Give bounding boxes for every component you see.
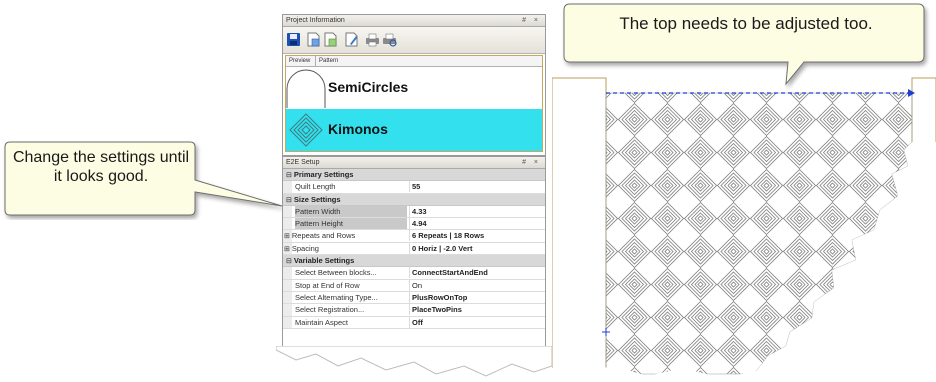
pin-close-icons[interactable]: # × (522, 157, 541, 168)
callout-left-text: Change the settings until it looks good. (12, 149, 190, 185)
pattern-list-header: Preview Pattern (286, 56, 542, 67)
semicircle-preview-icon (286, 69, 326, 108)
collapse-icon[interactable]: ⊟ (286, 197, 292, 204)
open-pattern-icon[interactable] (323, 32, 338, 47)
e2e-setup-panel: E2E Setup # × ⊟ Primary Settings Quilt Le… (282, 156, 546, 352)
column-pattern[interactable]: Pattern (315, 56, 338, 66)
prop-select-between-blocks[interactable]: Select Between blocks... ConnectStartAndE… (283, 267, 545, 280)
category-size-settings[interactable]: ⊟ Size Settings (283, 193, 545, 206)
save-icon[interactable] (286, 32, 301, 47)
e2e-panel-titlebar: E2E Setup # × (283, 157, 545, 169)
category-variable-settings[interactable]: ⊟ Variable Settings (283, 255, 545, 268)
prop-maintain-aspect[interactable]: Maintain Aspect Off (283, 316, 545, 329)
pattern-list-item-kimonos[interactable]: Kimonos (286, 109, 542, 151)
prop-select-registration[interactable]: Select Registration... PlaceTwoPins (283, 304, 545, 317)
category-primary-settings[interactable]: ⊟ Primary Settings (283, 169, 545, 182)
prop-pattern-height[interactable]: Pattern Height 4.94 (283, 218, 545, 231)
prop-pattern-width[interactable]: Pattern Width 4.33 (283, 205, 545, 219)
column-preview[interactable]: Preview (286, 56, 310, 66)
print-preview-icon[interactable] (382, 32, 397, 47)
print-icon[interactable] (365, 32, 380, 47)
project-panel-titlebar: Project Information # × (283, 15, 545, 27)
prop-repeats-and-rows[interactable]: ⊞ Repeats and Rows 6 Repeats | 18 Rows (283, 230, 545, 243)
prop-quilt-length[interactable]: Quilt Length 55 (283, 181, 545, 194)
expand-icon[interactable]: ⊞ (284, 246, 290, 253)
project-panel-title: Project Information (286, 17, 345, 24)
callout-top-text: The top needs to be adjusted too. (619, 14, 873, 33)
edit-pattern-icon[interactable] (344, 32, 359, 47)
pattern-list: Preview Pattern SemiCircles Kimonos (285, 55, 543, 152)
torn-edge-left (276, 346, 552, 377)
prop-select-alternating-type[interactable]: Select Alternating Type... PlusRowOnTop (283, 291, 545, 305)
add-pattern-icon[interactable] (306, 32, 321, 47)
pattern-list-item-semicircles[interactable]: SemiCircles (286, 67, 542, 109)
prop-spacing[interactable]: ⊞ Spacing 0 Horiz | -2.0 Vert (283, 242, 545, 256)
quilt-preview-canvas[interactable] (552, 70, 936, 382)
project-information-panel: Project Information # × Preview Pattern … (282, 14, 546, 156)
quilt-left-border (552, 77, 607, 382)
collapse-icon[interactable]: ⊟ (286, 258, 292, 265)
project-toolbar (283, 27, 545, 54)
pattern-name-kimonos: Kimonos (328, 121, 388, 137)
prop-stop-at-end-of-row[interactable]: Stop at End of Row On (283, 279, 545, 292)
torn-edge-right (552, 366, 936, 382)
collapse-icon[interactable]: ⊟ (286, 172, 292, 179)
e2e-panel-title: E2E Setup (286, 159, 320, 166)
pin-close-icons[interactable]: # × (522, 15, 541, 26)
kimono-preview-icon (289, 113, 323, 147)
expand-icon[interactable]: ⊞ (284, 233, 290, 240)
property-grid: ⊟ Primary Settings Quilt Length 55 ⊟ Size S… (283, 169, 545, 329)
pattern-name-semicircles: SemiCircles (328, 79, 409, 95)
